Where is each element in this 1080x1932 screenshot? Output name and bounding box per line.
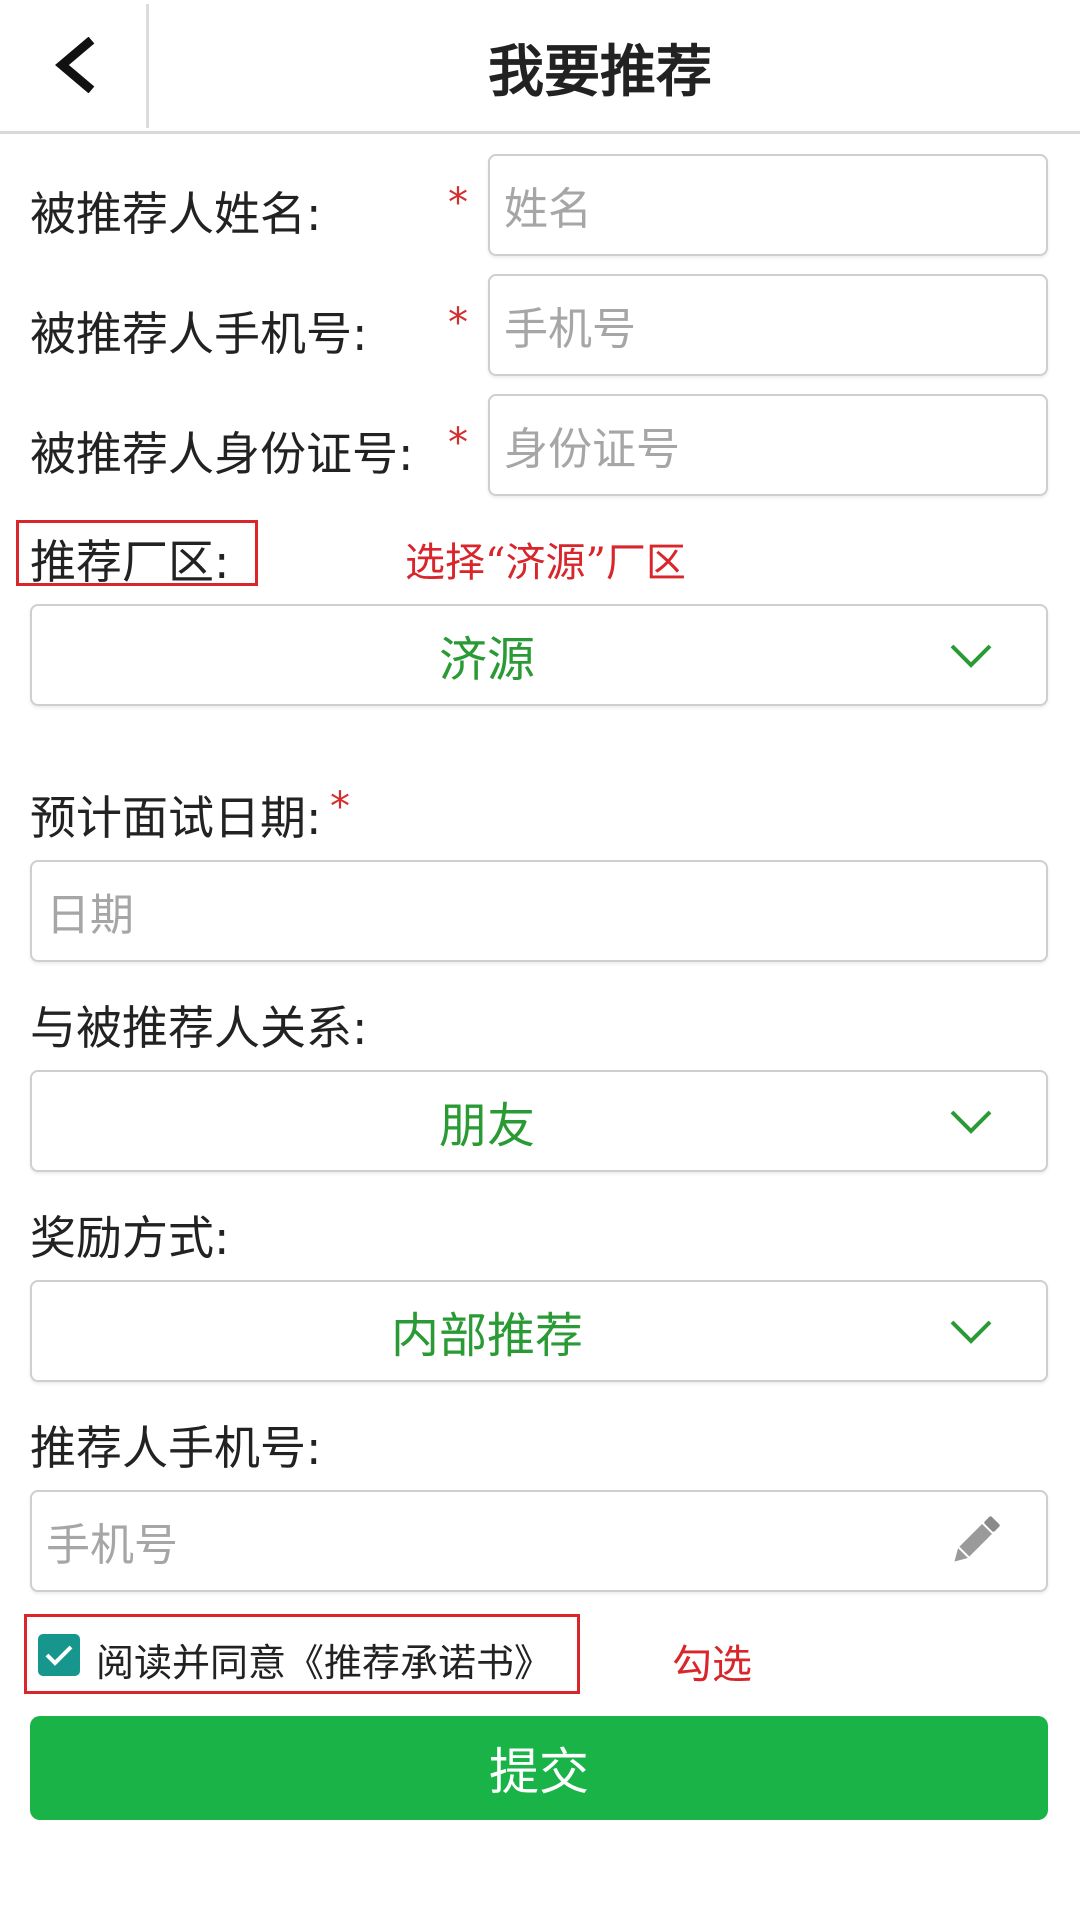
chevron-down-icon [950,1110,992,1134]
back-button[interactable] [0,0,148,130]
header-bar: 我要推荐 [0,0,1080,134]
agree-annotation: 勾选 [672,1642,752,1688]
name-label: 被推荐人姓名: [30,187,322,241]
factory-annotation: 选择“济源”厂区 [405,540,686,586]
phone-placeholder: 手机号 [504,304,636,355]
id-input[interactable]: 身份证号 [488,394,1048,496]
referrer-phone-input[interactable]: 手机号 [30,1490,1048,1592]
name-input[interactable]: 姓名 [488,154,1048,256]
interview-date-placeholder: 日期 [46,890,134,941]
factory-select[interactable]: 济源 [30,604,1048,706]
factory-label: 推荐厂区: [30,535,230,589]
phone-label: 被推荐人手机号: [30,307,368,361]
required-mark: * [330,784,350,830]
phone-input[interactable]: 手机号 [488,274,1048,376]
header-divider [146,4,149,128]
interview-label: 预计面试日期: [30,791,322,845]
required-mark: * [448,300,468,346]
reward-select[interactable]: 内部推荐 [30,1280,1048,1382]
referrer-phone-placeholder: 手机号 [46,1520,178,1571]
relation-label: 与被推荐人关系: [30,1001,368,1055]
required-mark: * [448,420,468,466]
chevron-down-icon [950,1320,992,1344]
name-placeholder: 姓名 [504,184,592,235]
id-label: 被推荐人身份证号: [30,427,414,481]
chevron-left-icon [55,37,95,93]
reward-select-value: 内部推荐 [390,1308,583,1364]
required-mark: * [448,180,468,226]
relation-select-value: 朋友 [438,1098,535,1154]
referrer-phone-label: 推荐人手机号: [30,1421,322,1475]
page-title: 我要推荐 [488,39,712,105]
factory-select-value: 济源 [438,632,535,688]
agree-checkbox[interactable] [38,1634,80,1676]
reward-label: 奖励方式: [30,1211,230,1265]
interview-date-input[interactable]: 日期 [30,860,1048,962]
chevron-down-icon [950,644,992,668]
submit-button[interactable]: 提交 [30,1716,1048,1820]
pencil-icon[interactable] [944,1510,1006,1572]
check-icon [45,1645,73,1666]
recommend-page: 我要推荐 被推荐人姓名: * 姓名 被推荐人手机号: * 手机号 被推荐人身份证… [0,0,1080,1932]
agree-text[interactable]: 阅读并同意《推荐承诺书》 [96,1632,552,1687]
relation-select[interactable]: 朋友 [30,1070,1048,1172]
id-placeholder: 身份证号 [504,424,680,475]
